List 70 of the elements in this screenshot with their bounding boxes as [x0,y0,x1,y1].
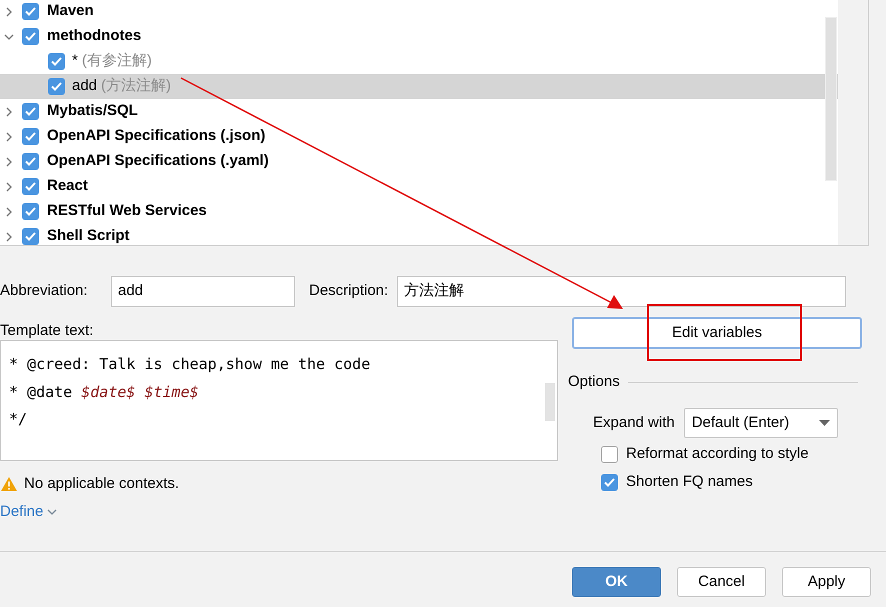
checkmark-icon [51,57,62,66]
checkmark-icon [25,7,36,16]
editor-scrollbar-thumb[interactable] [545,383,555,421]
warning-text: No applicable contexts. [24,474,180,494]
checkmark-icon [25,232,36,241]
checkmark-icon [25,32,36,41]
dialog-button[interactable]: Cancel [677,567,766,597]
dialog-button[interactable]: OK [572,567,661,597]
tree-item-hint: (有参注解) [82,51,152,72]
chevron-right-icon[interactable] [4,106,14,116]
abbreviation-field[interactable]: add [111,276,295,307]
tree-item-label: * [72,51,78,72]
chevron-right-icon[interactable] [4,6,14,16]
tree-group-label[interactable]: RESTful Web Services [47,200,207,223]
chevron-down-icon [47,508,58,516]
tree-group-label[interactable]: methodnotes [47,25,142,48]
chevron-right-icon[interactable] [4,156,14,166]
code-line: * @date $date$ $time$ [9,382,200,402]
checkbox[interactable] [22,178,39,195]
scrollbar-thumb[interactable] [825,17,837,181]
define-link[interactable]: Define [0,500,44,523]
checkbox[interactable] [22,103,39,120]
checkmark-icon [604,478,615,487]
tree-group-label[interactable]: React [47,175,88,198]
options-title: Options [568,372,620,392]
checkmark-icon [25,182,36,191]
checkbox-label: Shorten FQ names [626,472,753,492]
code-line: * @creed: Talk is cheap,show me the code [9,354,372,375]
expand-with-dropdown[interactable]: Default (Enter) [684,408,838,438]
description-label: Description: [309,281,390,302]
tree-group-label[interactable]: Maven [47,0,94,23]
code-line: */ [9,409,28,430]
template-editor[interactable]: * @creed: Talk is cheap,show me the code * @date $date$ $time$ */ [0,340,558,461]
checkmark-icon [25,207,36,216]
checkbox[interactable] [601,474,618,491]
checkbox[interactable] [601,446,618,463]
checkmark-icon [25,157,36,166]
checkbox[interactable] [22,153,39,170]
chevron-right-icon[interactable] [4,132,14,142]
checkbox-label: Reformat according to style [626,444,809,464]
checkbox[interactable] [22,203,39,220]
checkbox[interactable] [22,128,39,145]
tree-item-hint: (方法注解) [101,76,172,96]
checkbox[interactable] [22,3,39,20]
warning-icon [0,476,18,492]
tree-group-label[interactable]: OpenAPI Specifications (.json) [47,125,266,148]
checkbox[interactable] [22,28,39,45]
expand-with-label: Expand with [593,412,675,432]
tree-group-label[interactable]: Shell Script [47,225,130,245]
checkbox[interactable] [22,228,39,245]
tree-group-label[interactable]: OpenAPI Specifications (.yaml) [47,150,269,173]
chevron-right-icon[interactable] [4,232,14,242]
checkmark-icon [25,107,36,116]
checkbox[interactable] [48,53,65,70]
template-text-label: Template text: [0,322,94,340]
tree-group-label[interactable]: Mybatis/SQL [47,100,138,123]
abbreviation-label: Abbreviation: [0,281,89,302]
tree-item-row[interactable]: * (有参注解) [0,49,838,74]
chevron-right-icon[interactable] [4,182,14,192]
dialog-button[interactable]: Apply [782,567,871,597]
checkbox[interactable] [48,78,65,95]
checkmark-icon [51,82,62,91]
tree-item-label: add [72,76,98,96]
dropdown-arrow-icon [818,420,830,426]
checkmark-icon [25,132,36,141]
chevron-down-icon[interactable] [4,32,14,42]
description-field[interactable]: 方法注解 [397,276,846,307]
edit-variables-button[interactable]: Edit variables [572,317,862,350]
tree-item-row[interactable]: add (方法注解) [0,74,838,99]
chevron-right-icon[interactable] [4,206,14,216]
